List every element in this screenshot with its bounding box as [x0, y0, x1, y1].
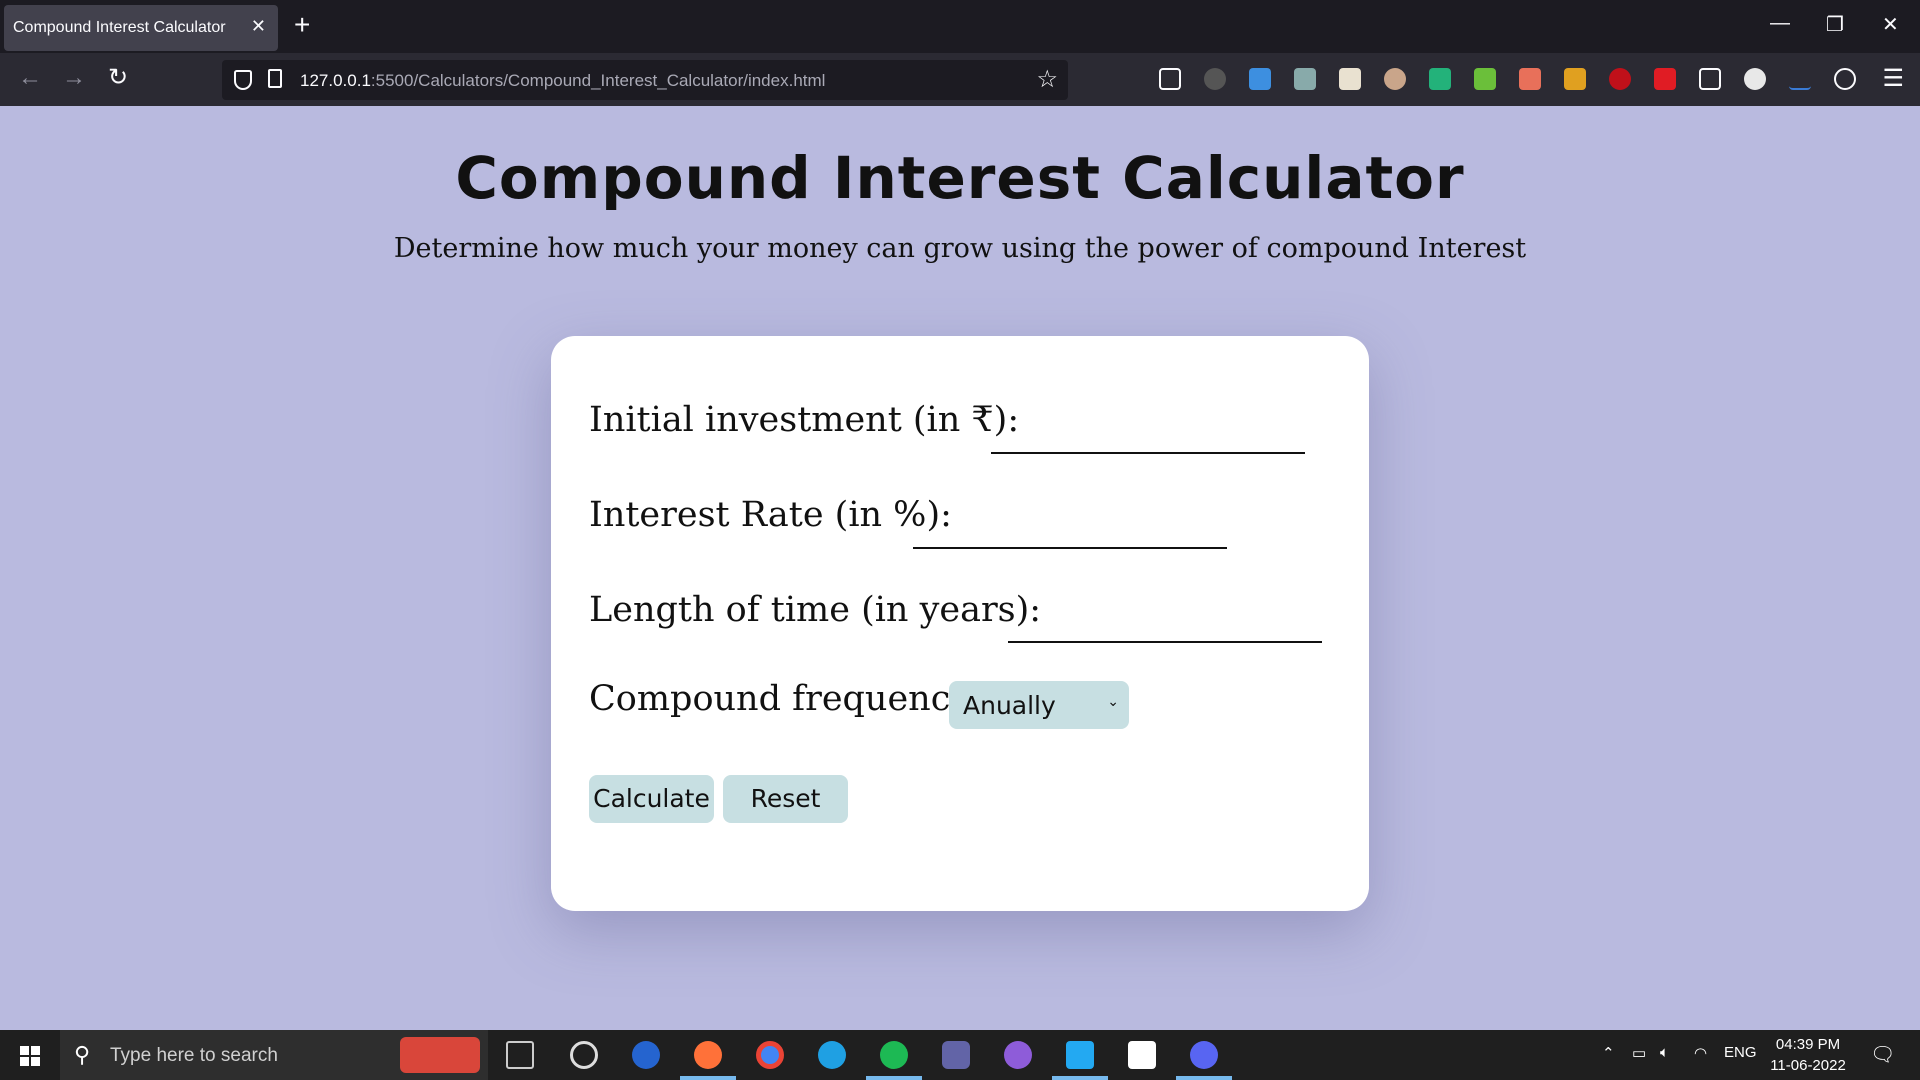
extension-box-icon[interactable]: [1519, 68, 1541, 90]
tracking-shield-icon[interactable]: [234, 70, 252, 90]
calculator-card: Initial investment (in ₹): Interest Rate…: [551, 336, 1369, 911]
extension-triangle-icon[interactable]: [1789, 68, 1811, 90]
url-text[interactable]: 127.0.0.1:5500/Calculators/Compound_Inte…: [300, 71, 825, 91]
search-placeholder: Type here to search: [110, 1045, 278, 1066]
discord-active-indicator: [1176, 1076, 1232, 1080]
extension-copy-icon[interactable]: [1564, 68, 1586, 90]
extension-color-icon[interactable]: [1744, 68, 1766, 90]
react-devtools-icon[interactable]: [1834, 68, 1856, 90]
forward-icon[interactable]: →: [62, 64, 86, 92]
notifications-icon[interactable]: 🗨︎: [1870, 1042, 1895, 1067]
firefox-active-indicator: [680, 1076, 736, 1080]
tray-chevron-icon[interactable]: ⌃: [1602, 1044, 1615, 1062]
obs-icon[interactable]: [570, 1041, 598, 1069]
chevron-down-icon: ⌄: [1107, 694, 1119, 710]
page-info-icon[interactable]: [268, 69, 282, 88]
todo-icon[interactable]: [632, 1041, 660, 1069]
time-length-label: Length of time (in years):: [589, 590, 1042, 630]
search-icon: ⚲: [74, 1042, 91, 1067]
language-indicator[interactable]: ENG: [1724, 1044, 1757, 1061]
page-content: Compound Interest Calculator Determine h…: [0, 106, 1920, 1030]
github-desktop-icon[interactable]: [1004, 1041, 1032, 1069]
search-highlight-icon[interactable]: [400, 1037, 480, 1073]
compound-frequency-select[interactable]: Anually ⌄: [949, 681, 1129, 729]
minimize-icon[interactable]: —: [1770, 12, 1790, 35]
vscode-icon[interactable]: [1066, 1041, 1094, 1069]
address-bar[interactable]: 127.0.0.1:5500/Calculators/Compound_Inte…: [222, 60, 1068, 100]
spotify-icon[interactable]: [880, 1041, 908, 1069]
compound-frequency-label: Compound frequency:: [589, 679, 982, 719]
ublock-icon[interactable]: [1609, 68, 1631, 90]
taskbar-clock[interactable]: 04:39 PM 11-06-2022: [1766, 1034, 1850, 1076]
reload-icon[interactable]: ↻: [108, 64, 128, 92]
wifi-icon[interactable]: ◠: [1694, 1044, 1707, 1062]
tab-close-icon[interactable]: ✕: [251, 16, 266, 37]
pocket-icon[interactable]: [1159, 68, 1181, 90]
new-tab-button[interactable]: +: [294, 10, 310, 40]
reset-button[interactable]: Reset: [723, 775, 848, 823]
volume-icon[interactable]: 🔈︎: [1660, 1044, 1669, 1061]
extension-notes-icon[interactable]: [1339, 68, 1361, 90]
restore-icon[interactable]: ❐: [1826, 12, 1844, 37]
page-title: Compound Interest Calculator: [455, 144, 1465, 212]
clock-date: 11-06-2022: [1770, 1057, 1846, 1074]
url-host: 127.0.0.1: [300, 71, 371, 90]
chrome-icon[interactable]: [756, 1041, 784, 1069]
firefox-icon[interactable]: [694, 1041, 722, 1069]
extension-ft-icon[interactable]: [1249, 68, 1271, 90]
calculate-button[interactable]: Calculate: [589, 775, 714, 823]
extension-face-icon[interactable]: [1384, 68, 1406, 90]
url-path: :5500/Calculators/Compound_Interest_Calc…: [370, 71, 826, 90]
initial-investment-label: Initial investment (in ₹):: [589, 400, 1020, 440]
extension-screenshot-icon[interactable]: [1699, 68, 1721, 90]
selected-frequency: Anually: [963, 691, 1056, 720]
extension-pen-icon[interactable]: [1294, 68, 1316, 90]
extension-flag-icon[interactable]: [1429, 68, 1451, 90]
time-length-input[interactable]: [1008, 603, 1322, 643]
extension-red-icon[interactable]: [1654, 68, 1676, 90]
extension-grid-icon[interactable]: [1474, 68, 1496, 90]
battery-icon[interactable]: ▭: [1632, 1044, 1646, 1062]
browser-tab-bar: Compound Interest Calculator ✕ + — ❐ ✕: [0, 0, 1920, 53]
notion-icon[interactable]: [1128, 1041, 1156, 1069]
page-subtitle: Determine how much your money can grow u…: [393, 233, 1527, 264]
hamburger-menu-icon[interactable]: ☰: [1882, 64, 1904, 93]
close-window-icon[interactable]: ✕: [1882, 12, 1899, 37]
tab-title: Compound Interest Calculator: [13, 19, 226, 36]
teams-icon[interactable]: [942, 1041, 970, 1069]
vscode-active-indicator: [1052, 1076, 1108, 1080]
windows-taskbar: ⚲ Type here to search ⌃ ▭ 🔈︎ ◠ ENG 04:39…: [0, 1030, 1920, 1080]
back-icon[interactable]: ←: [18, 64, 42, 92]
windows-start-icon[interactable]: [20, 1046, 40, 1066]
spotify-active-indicator: [866, 1076, 922, 1080]
interest-rate-input[interactable]: [913, 509, 1227, 549]
browser-tab[interactable]: Compound Interest Calculator ✕: [4, 5, 278, 51]
bookmark-star-icon[interactable]: ☆: [1036, 65, 1058, 94]
clock-time: 04:39 PM: [1775, 1036, 1841, 1053]
extension-dark-icon[interactable]: [1204, 68, 1226, 90]
interest-rate-label: Interest Rate (in %):: [589, 495, 952, 535]
task-view-icon[interactable]: [506, 1041, 534, 1069]
edge-icon[interactable]: [818, 1041, 846, 1069]
discord-icon[interactable]: [1190, 1041, 1218, 1069]
initial-investment-input[interactable]: [991, 414, 1305, 454]
browser-nav-bar: ← → ↻ 127.0.0.1:5500/Calculators/Compoun…: [0, 53, 1920, 106]
